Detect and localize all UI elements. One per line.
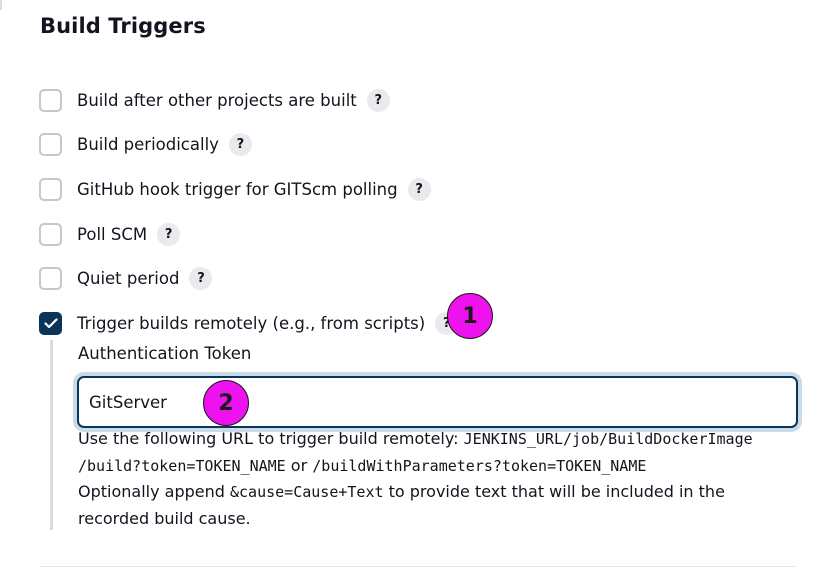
trigger-label[interactable]: GitHub hook trigger for GITScm polling — [77, 180, 398, 199]
help-icon[interactable]: ? — [228, 133, 252, 157]
help-text-or: or — [285, 455, 313, 475]
remote-trigger-details: Authentication Token Use the following U… — [50, 340, 803, 530]
trigger-label[interactable]: Quiet period — [77, 269, 179, 288]
help-url-build-with-parameters: /buildWithParameters?token=TOKEN_NAME — [312, 456, 647, 475]
section-divider — [40, 566, 796, 567]
trigger-label[interactable]: Trigger builds remotely (e.g., from scri… — [77, 314, 425, 333]
help-cause-param: &cause=Cause+Text — [230, 483, 384, 502]
help-url-job: JENKINS_URL/job/BuildDockerImage — [463, 430, 753, 448]
remote-trigger-help-text: Use the following URL to trigger build r… — [78, 426, 798, 532]
checkbox-poll-scm[interactable] — [39, 222, 62, 246]
authentication-token-label: Authentication Token — [78, 344, 252, 363]
help-icon[interactable]: ? — [366, 88, 390, 112]
check-icon — [43, 318, 58, 328]
trigger-list: Build after other projects are built ? B… — [39, 78, 799, 346]
trigger-label[interactable]: Build periodically — [77, 135, 219, 154]
callout-badge-2: 2 — [203, 380, 249, 426]
callout-badge-1: 1 — [447, 293, 493, 339]
trigger-poll-scm[interactable]: Poll SCM ? — [39, 212, 799, 257]
left-edge-line — [0, 0, 2, 10]
help-icon[interactable]: ? — [157, 222, 181, 246]
trigger-builds-remotely[interactable]: Trigger builds remotely (e.g., from scri… — [39, 301, 799, 346]
section-title: Build Triggers — [40, 14, 206, 38]
checkbox-github-hook[interactable] — [39, 177, 62, 201]
trigger-build-periodically[interactable]: Build periodically ? — [39, 123, 799, 168]
trigger-label[interactable]: Poll SCM — [77, 225, 147, 244]
help-url-build: /build?token=TOKEN_NAME — [78, 456, 286, 475]
build-triggers-page: Build Triggers Build after other project… — [0, 0, 816, 568]
trigger-quiet-period[interactable]: Quiet period ? — [39, 256, 799, 301]
help-icon[interactable]: ? — [407, 177, 431, 201]
checkbox-build-periodically[interactable] — [39, 133, 62, 157]
help-icon[interactable]: ? — [189, 267, 213, 291]
trigger-label[interactable]: Build after other projects are built — [77, 91, 357, 110]
checkbox-build-after-other-projects[interactable] — [39, 88, 62, 112]
checkbox-trigger-builds-remotely[interactable] — [39, 311, 62, 335]
checkbox-quiet-period[interactable] — [39, 267, 62, 291]
authentication-token-input[interactable] — [77, 376, 798, 428]
trigger-build-after-other-projects[interactable]: Build after other projects are built ? — [39, 78, 799, 123]
help-text-optional-prefix: Optionally append — [78, 482, 230, 502]
trigger-github-hook[interactable]: GitHub hook trigger for GITScm polling ? — [39, 167, 799, 212]
help-text-line1: Use the following URL to trigger build r… — [78, 429, 464, 448]
